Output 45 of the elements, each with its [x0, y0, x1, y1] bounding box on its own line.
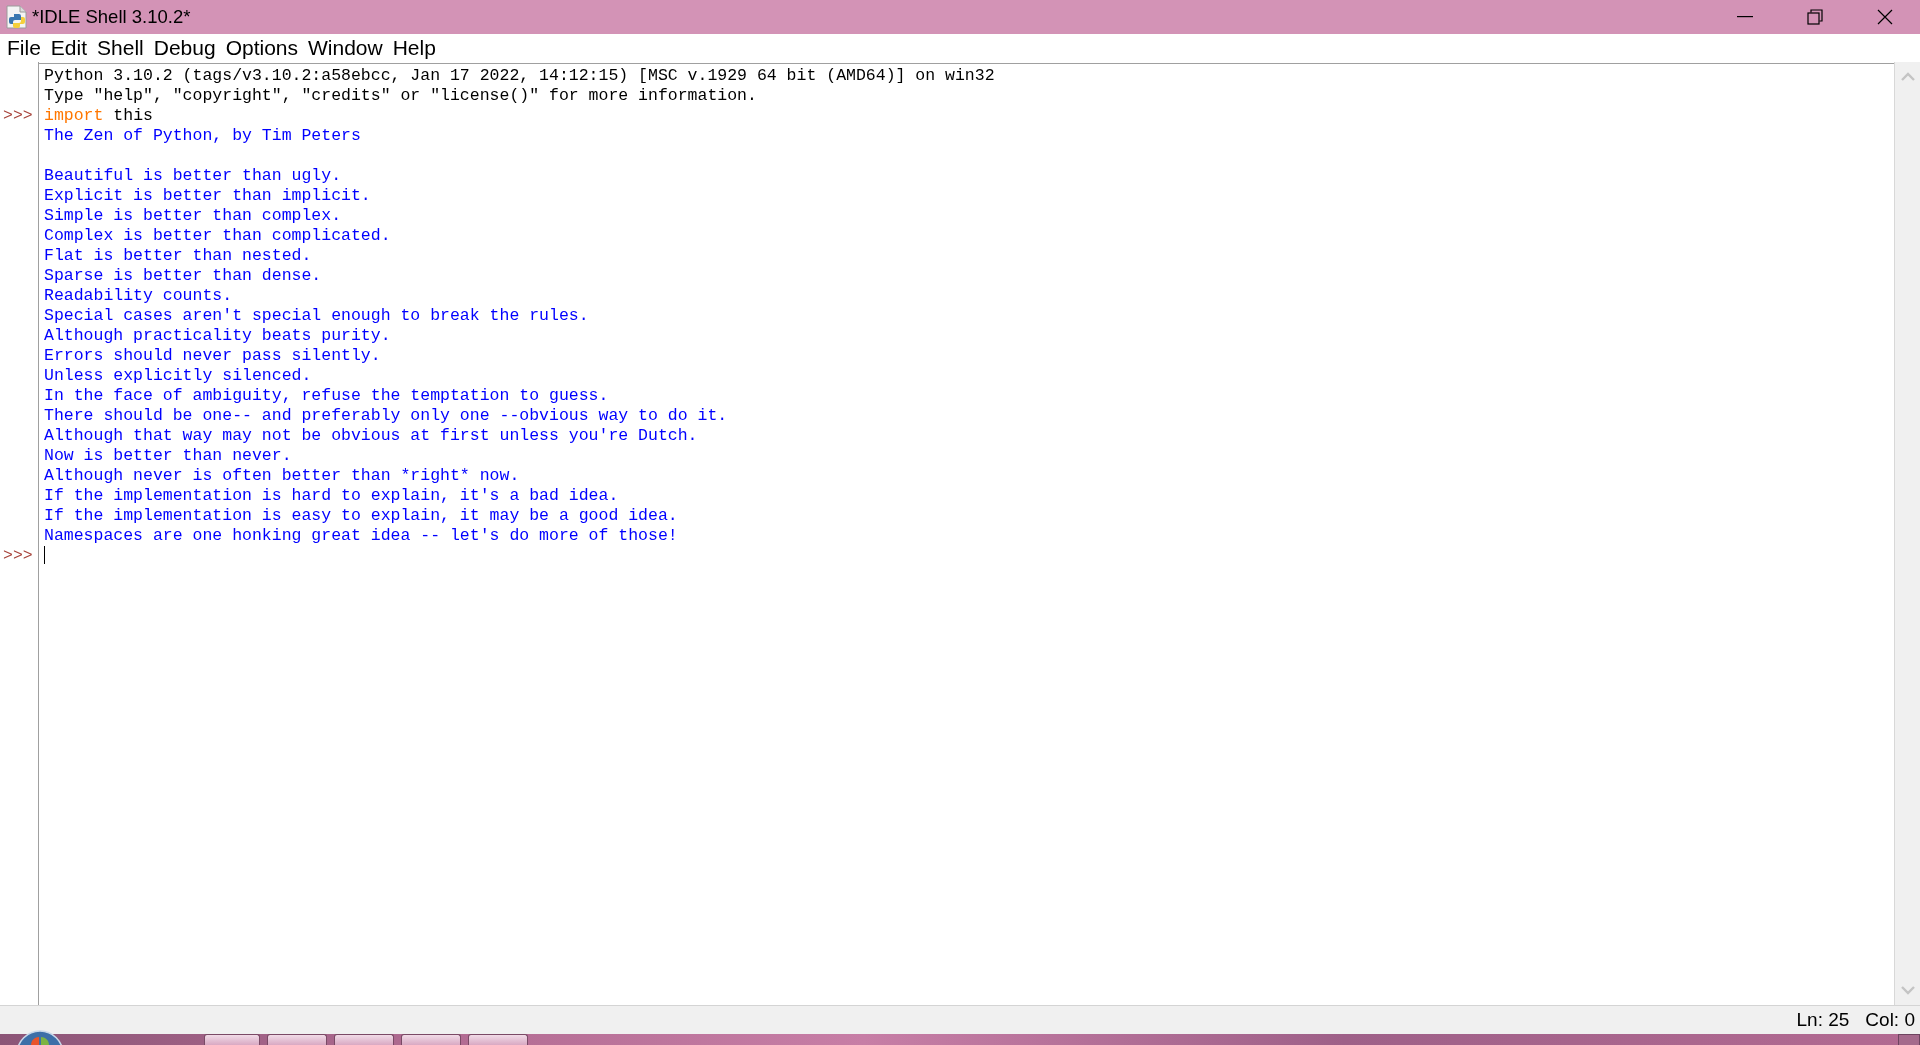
- code-input-text: import this: [44, 106, 153, 125]
- output-text: Namespaces are one honking great idea -- let's do more of those!: [44, 526, 678, 545]
- output-text: If the implementation is hard to explain, it's a bad idea.: [44, 486, 619, 505]
- output-text: Simple is better than complex.: [44, 206, 342, 225]
- output-text: Readability counts.: [44, 286, 233, 305]
- output-text: The Zen of Python, by Tim Peters: [44, 126, 361, 145]
- output-text: Special cases aren't special enough to break the rules.: [44, 306, 589, 325]
- menu-item[interactable]: Window: [303, 35, 388, 61]
- output-text: Although practicality beats purity.: [44, 326, 391, 345]
- output-text: Although never is often better than *right* now.: [44, 466, 520, 485]
- prompt-text: >>>: [3, 546, 33, 565]
- column-position-text: Col: 0: [1865, 1007, 1915, 1032]
- menu-item[interactable]: Options: [220, 35, 303, 61]
- menu-item[interactable]: Debug: [148, 35, 221, 61]
- output-text: Sparse is better than dense.: [44, 266, 322, 285]
- output-text: Unless explicitly silenced.: [44, 366, 312, 385]
- restore-icon: [1807, 9, 1823, 25]
- banner-text: Type "help", "copyright", "credits" or "license()" for more information.: [44, 86, 757, 105]
- document-icon: [6, 5, 28, 29]
- output-text: There should be one-- and preferably only one --obvious way to do it.: [44, 406, 728, 425]
- taskbar-button[interactable]: [401, 1034, 461, 1045]
- banner-text: Python 3.10.2 (tags/v3.10.2:a58ebcc, Jan 17 2022, 14:12:15) [MSC v.1929 64 bit (AMD64)] on win32: [44, 66, 995, 85]
- output-text: If the implementation is easy to explain, it may be a good idea.: [44, 506, 678, 525]
- window-title: *IDLE Shell 3.10.2*: [32, 5, 191, 30]
- output-text: Although that way may not be obvious at first unless you're Dutch.: [44, 426, 698, 445]
- taskbar-button[interactable]: [334, 1034, 394, 1045]
- menu-item[interactable]: File: [2, 35, 46, 61]
- output-text: Now is better than never.: [44, 446, 292, 465]
- prompt-text: >>>: [3, 106, 33, 125]
- output-text: Errors should never pass silently.: [44, 346, 381, 365]
- output-text: Complex is better than complicated.: [44, 226, 391, 245]
- output-text: In the face of ambiguity, refuse the temptation to guess.: [44, 386, 609, 405]
- line-position-text: Ln: 25: [1796, 1007, 1850, 1032]
- minimize-icon: [1737, 16, 1753, 18]
- menu-item[interactable]: Help: [387, 35, 441, 61]
- taskbar-button[interactable]: [267, 1034, 327, 1045]
- close-icon: [1877, 9, 1893, 25]
- menu-item[interactable]: Edit: [45, 35, 93, 61]
- taskbar-button[interactable]: [468, 1034, 528, 1045]
- output-text: Explicit is better than implicit.: [44, 186, 371, 205]
- output-text: Flat is better than nested.: [44, 246, 312, 265]
- start-orb-icon[interactable]: [16, 1030, 64, 1045]
- output-text: Beautiful is better than ugly.: [44, 166, 342, 185]
- menu-item[interactable]: Shell: [92, 35, 149, 61]
- taskbar-button[interactable]: [204, 1034, 260, 1045]
